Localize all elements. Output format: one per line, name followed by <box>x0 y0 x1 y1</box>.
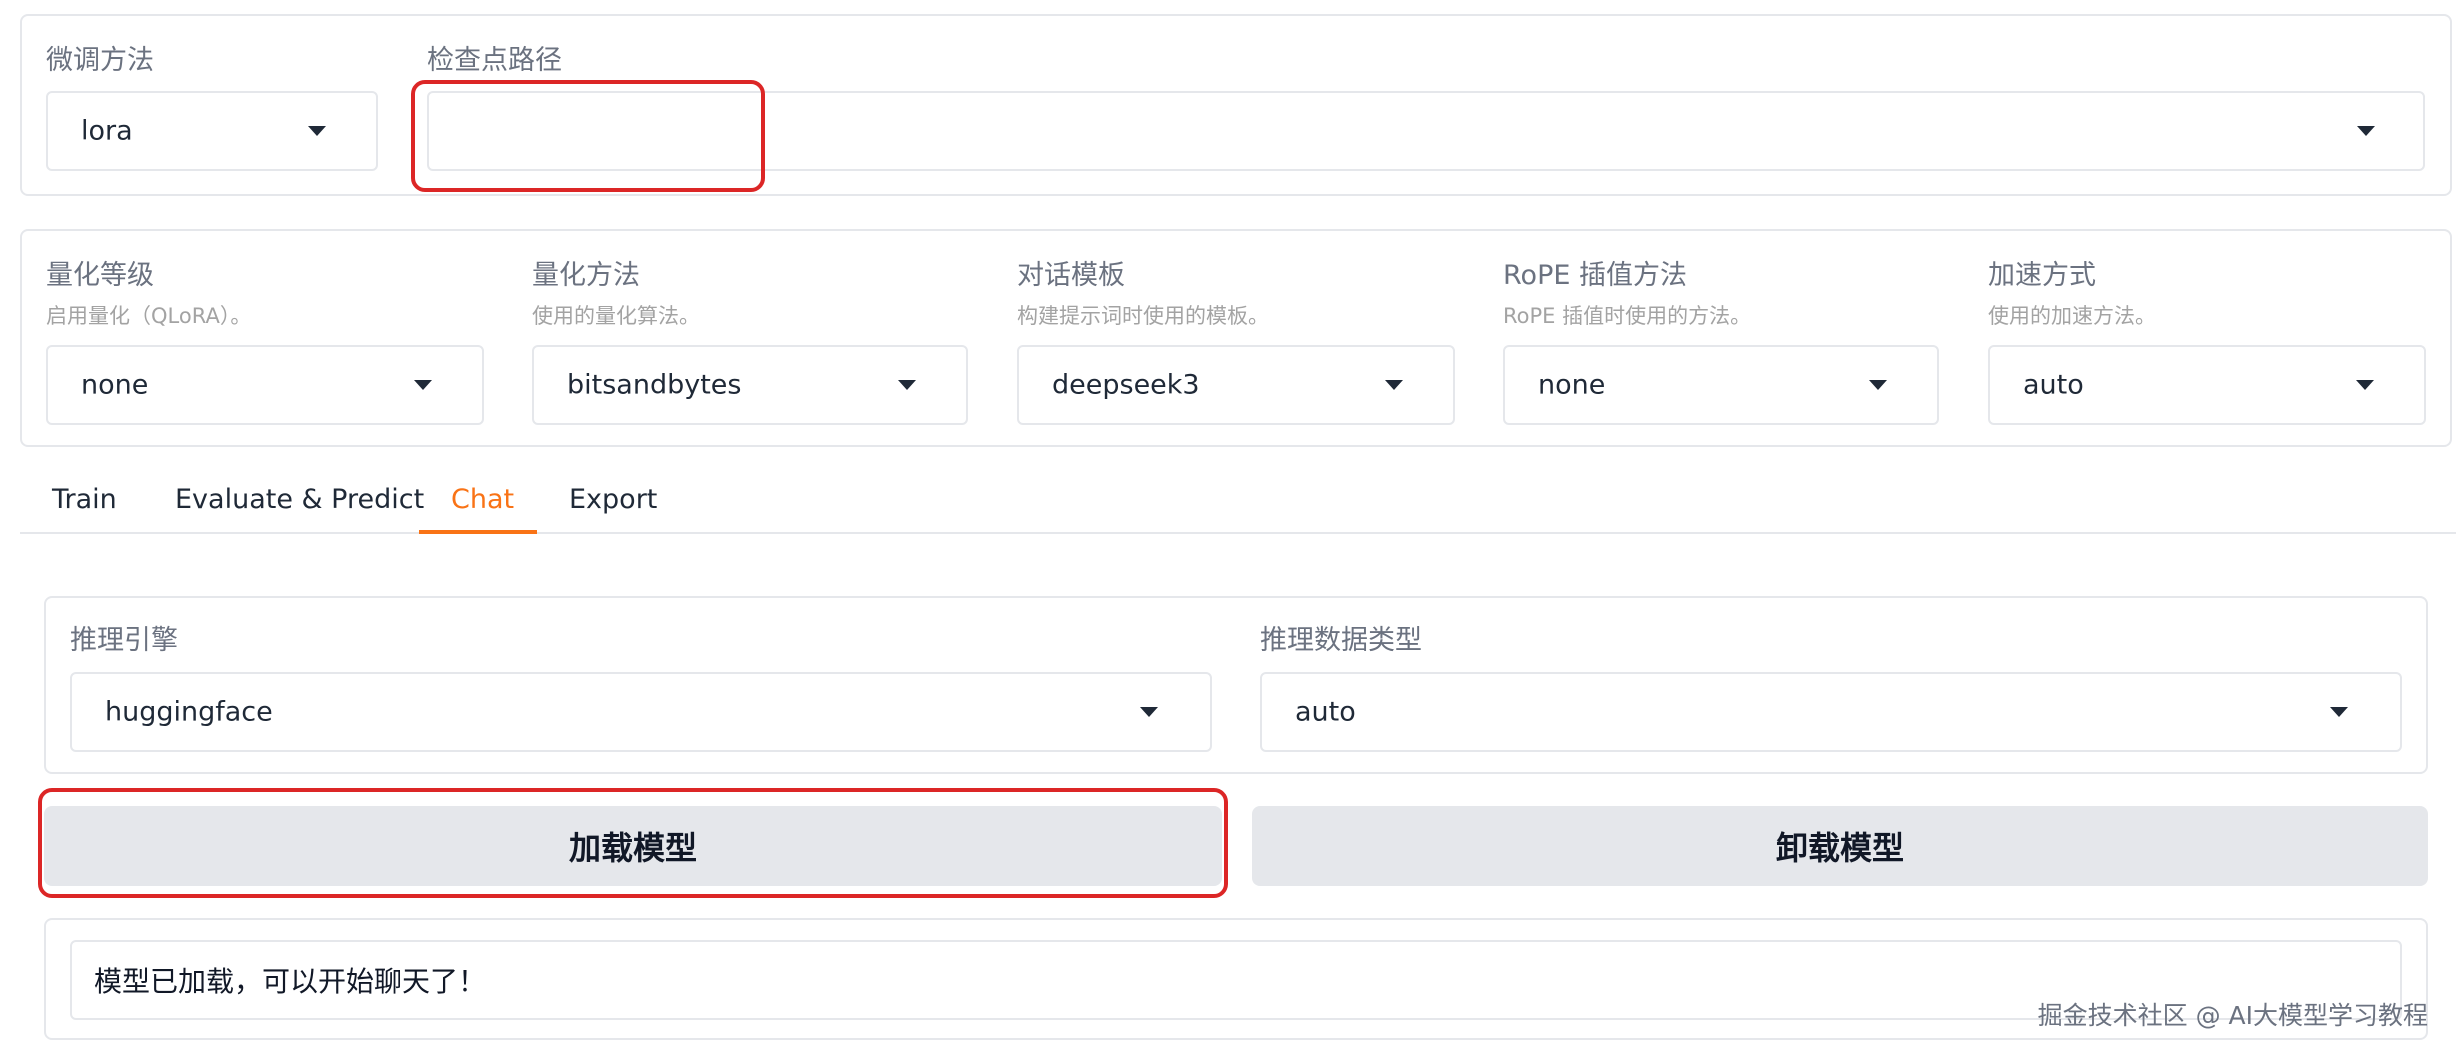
finetune-method-value: lora <box>81 115 133 147</box>
tab-evaluate-predict[interactable]: Evaluate & Predict <box>175 484 424 515</box>
chevron-down-icon <box>1140 707 1158 717</box>
template-label: 对话模板 <box>1017 260 1125 291</box>
watermark: 掘金技术社区 @ AI大模型学习教程 <box>2037 1001 2428 1030</box>
booster-hint: 使用的加速方法。 <box>1988 304 2156 328</box>
backend-select[interactable]: huggingface <box>70 672 1212 752</box>
quant-bit-label: 量化等级 <box>46 260 154 291</box>
load-model-button[interactable]: 加载模型 <box>44 806 1222 886</box>
template-value: deepseek3 <box>1052 369 1200 401</box>
rope-label: RoPE 插值方法 <box>1503 260 1687 291</box>
rope-value: none <box>1538 369 1606 401</box>
finetune-method-select[interactable]: lora <box>46 91 378 171</box>
chevron-down-icon <box>414 380 432 390</box>
booster-select[interactable]: auto <box>1988 345 2426 425</box>
page: 微调方法 lora 检查点路径 量化等级 启用量化（QLoRA）。 none 量… <box>0 0 2456 1058</box>
tab-divider <box>20 532 2456 534</box>
tab-chat[interactable]: Chat <box>451 484 514 515</box>
dtype-value: auto <box>1295 696 1356 728</box>
dtype-label: 推理数据类型 <box>1260 625 1422 656</box>
template-select[interactable]: deepseek3 <box>1017 345 1455 425</box>
quant-method-hint: 使用的量化算法。 <box>532 304 700 328</box>
quant-bit-select[interactable]: none <box>46 345 484 425</box>
active-tab-indicator <box>419 530 537 534</box>
chevron-down-icon <box>2357 126 2375 136</box>
quant-method-select[interactable]: bitsandbytes <box>532 345 968 425</box>
tab-train[interactable]: Train <box>52 484 117 515</box>
quant-bit-value: none <box>81 369 149 401</box>
chevron-down-icon <box>308 126 326 136</box>
chevron-down-icon <box>1869 380 1887 390</box>
chevron-down-icon <box>2330 707 2348 717</box>
unload-model-button[interactable]: 卸载模型 <box>1252 806 2428 886</box>
quant-bit-hint: 启用量化（QLoRA）。 <box>46 304 252 328</box>
booster-label: 加速方式 <box>1988 260 2096 291</box>
checkpoint-path-select[interactable] <box>427 91 2425 171</box>
backend-value: huggingface <box>105 696 273 728</box>
checkpoint-path-label: 检查点路径 <box>427 45 562 76</box>
quant-method-value: bitsandbytes <box>567 369 742 401</box>
rope-select[interactable]: none <box>1503 345 1939 425</box>
chevron-down-icon <box>898 380 916 390</box>
template-hint: 构建提示词时使用的模板。 <box>1017 304 1269 328</box>
backend-label: 推理引擎 <box>70 625 178 656</box>
finetune-method-label: 微调方法 <box>46 45 154 76</box>
quant-method-label: 量化方法 <box>532 260 640 291</box>
rope-hint: RoPE 插值时使用的方法。 <box>1503 304 1752 328</box>
chevron-down-icon <box>2356 380 2374 390</box>
dtype-select[interactable]: auto <box>1260 672 2402 752</box>
status-text: 模型已加载，可以开始聊天了！ <box>94 965 487 998</box>
booster-value: auto <box>2023 369 2084 401</box>
tab-export[interactable]: Export <box>569 484 657 515</box>
chevron-down-icon <box>1385 380 1403 390</box>
